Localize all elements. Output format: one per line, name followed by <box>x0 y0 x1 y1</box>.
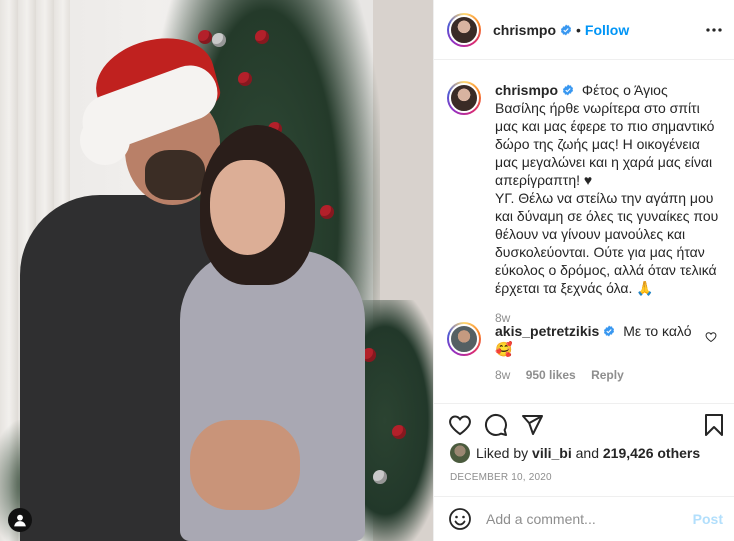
commenter-avatar[interactable] <box>447 322 481 356</box>
comment-like-heart-icon[interactable] <box>705 331 717 343</box>
comment-body: Με το καλό <box>623 323 692 339</box>
post-header: chrismpo • Follow <box>434 0 734 60</box>
comment-text: akis_petretzikis Με το καλό <box>495 322 720 340</box>
user-tag-icon[interactable] <box>8 508 32 532</box>
caption-author-username[interactable]: chrismpo <box>495 82 558 98</box>
comment-item: akis_petretzikis Με το καλό 🥰 8w 950 lik… <box>447 322 720 384</box>
verified-badge-icon <box>560 24 572 35</box>
ornament <box>373 470 387 484</box>
liker-avatar[interactable] <box>450 443 470 463</box>
woman-face <box>210 160 285 255</box>
add-comment-bar: Post <box>434 496 734 541</box>
comments-list[interactable]: chrismpo Φέτος ο Άγιος Βασίλης ήρθε νωρί… <box>434 60 734 403</box>
commenter-username[interactable]: akis_petretzikis <box>495 323 599 339</box>
ornament <box>320 205 334 219</box>
ornament <box>238 72 252 86</box>
caption-author-avatar[interactable] <box>447 81 481 115</box>
likes-others-count[interactable]: 219,426 others <box>603 445 700 461</box>
man-beard <box>145 150 205 200</box>
comment-meta: 8w 950 likes Reply <box>495 366 720 384</box>
caption-text: chrismpo Φέτος ο Άγιος Βασίλης ήρθε νωρί… <box>495 81 720 189</box>
comment-icon[interactable] <box>484 413 508 437</box>
share-icon[interactable] <box>520 413 544 437</box>
avatar-image <box>449 324 479 354</box>
more-options-icon[interactable] <box>705 22 723 38</box>
separator-dot: • <box>576 21 581 38</box>
ornament <box>198 30 212 44</box>
ornament <box>255 30 269 44</box>
add-comment-input[interactable] <box>486 511 681 527</box>
bookmark-icon[interactable] <box>702 413 726 437</box>
caption-comment: chrismpo Φέτος ο Άγιος Βασίλης ήρθε νωρί… <box>447 81 720 327</box>
post-side-panel: chrismpo • Follow chrismpo Φέτος ο Άγιος… <box>433 0 734 541</box>
santa-hat-pompom <box>80 115 130 165</box>
caption-ps-text: ΥΓ. Θέλω να στείλω την αγάπη μου και δύν… <box>495 190 719 296</box>
likes-conjunction: and <box>575 445 599 461</box>
likes-summary: Liked by vili_bi and 219,426 others <box>450 443 700 463</box>
author-avatar[interactable] <box>447 12 481 47</box>
liker-username[interactable]: vili_bi <box>532 445 572 461</box>
avatar-image <box>449 83 479 113</box>
reply-button[interactable]: Reply <box>591 368 624 382</box>
comment-age: 8w <box>495 368 511 382</box>
follow-button[interactable]: Follow <box>585 22 629 38</box>
likes-prefix: Liked by <box>476 445 529 461</box>
action-bar <box>434 403 734 443</box>
hands <box>190 420 300 510</box>
post-photo[interactable] <box>0 0 433 541</box>
post-date[interactable]: DECEMBER 10, 2020 <box>450 472 552 483</box>
verified-badge-icon <box>604 325 615 337</box>
comment-likes[interactable]: 950 likes <box>526 368 576 382</box>
heart-icon[interactable] <box>448 413 472 437</box>
emoji-icon[interactable] <box>448 507 472 531</box>
comment-emoji: 🥰 <box>495 341 513 357</box>
ornament <box>392 425 406 439</box>
author-username[interactable]: chrismpo <box>493 22 556 38</box>
verified-badge-icon <box>562 84 574 96</box>
post-comment-button[interactable]: Post <box>693 511 723 527</box>
avatar-image <box>449 14 479 45</box>
ornament <box>212 33 226 47</box>
